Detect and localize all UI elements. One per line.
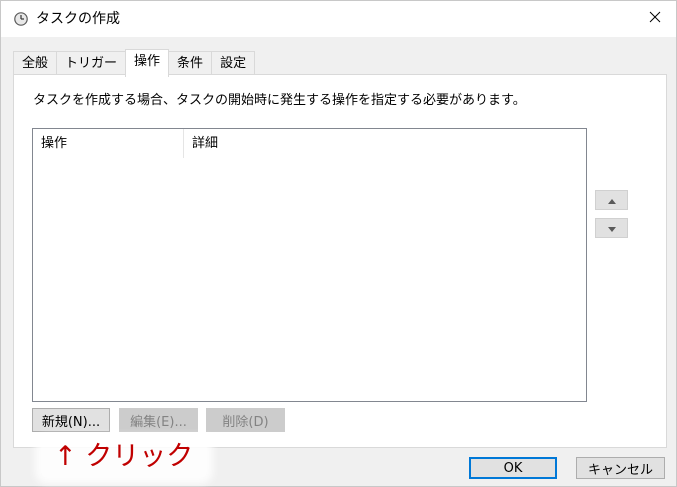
edit-action-button[interactable]: 編集(E)... (119, 408, 198, 432)
column-header-action[interactable]: 操作 (33, 129, 184, 158)
column-header-details[interactable]: 詳細 (184, 129, 334, 158)
actions-tab-panel: タスクを作成する場合、タスクの開始時に発生する操作を指定する必要があります。 操… (13, 74, 667, 448)
move-up-button[interactable] (595, 190, 628, 210)
move-down-button[interactable] (595, 218, 628, 238)
window-title: タスクの作成 (36, 11, 120, 27)
tab-settings[interactable]: 設定 (211, 51, 256, 76)
tab-strip: 全般 トリガー 操作 条件 設定 (13, 49, 256, 77)
actions-list[interactable]: 操作 詳細 (32, 128, 587, 402)
delete-action-button[interactable]: 削除(D) (206, 408, 285, 432)
caret-down-icon (607, 221, 616, 236)
cancel-button[interactable]: キャンセル (576, 457, 665, 479)
new-action-button[interactable]: 新規(N)... (32, 408, 110, 432)
annotation-text: ↑ クリック (54, 441, 194, 472)
tab-actions[interactable]: 操作 (125, 49, 170, 77)
ok-button[interactable]: OK (469, 457, 557, 479)
create-task-dialog: タスクの作成 全般 トリガー 操作 条件 設定 タスクを作成する場合、タスクの開… (0, 0, 677, 487)
close-icon (649, 11, 661, 27)
tab-triggers[interactable]: トリガー (56, 51, 127, 76)
click-annotation: ↑ クリック (41, 441, 207, 478)
clock-icon (14, 12, 28, 26)
tab-conditions[interactable]: 条件 (168, 51, 213, 76)
title-bar: タスクの作成 (1, 1, 676, 37)
tab-general[interactable]: 全般 (13, 51, 58, 76)
actions-description: タスクを作成する場合、タスクの開始時に発生する操作を指定する必要があります。 (33, 93, 526, 108)
caret-up-icon (607, 193, 616, 208)
close-button[interactable] (644, 8, 666, 30)
